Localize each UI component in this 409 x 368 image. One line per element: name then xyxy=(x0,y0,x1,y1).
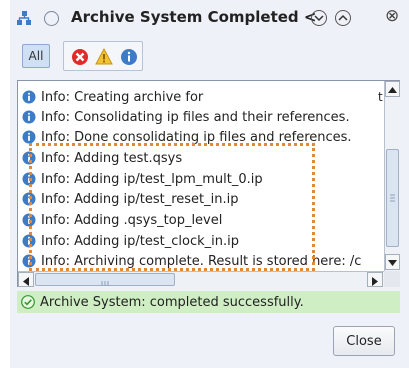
window-title: Archive System Completed < xyxy=(71,8,317,26)
scroll-up-button[interactable] xyxy=(385,81,400,97)
message-row: Info: Archiving complete. Result is stor… xyxy=(22,251,361,271)
triangle-left-icon xyxy=(23,277,29,286)
message-text: Info: Adding ip/test_reset_in.ip xyxy=(41,191,239,207)
info-icon xyxy=(22,130,36,144)
message-row: Info: Consolidating ip files and their r… xyxy=(22,107,350,127)
archive-dialog: Archive System Completed < ⊗ All Info: C… xyxy=(10,0,409,368)
message-text: Info: Adding ip/test_clock_in.ip xyxy=(41,233,239,249)
message-row: Info: Adding ip/test_reset_in.ip xyxy=(22,189,239,209)
info-icon xyxy=(22,172,36,186)
triangle-right-icon xyxy=(372,277,378,286)
scroll-right-button[interactable] xyxy=(367,272,383,287)
info-icon xyxy=(22,213,36,227)
success-check-icon xyxy=(21,295,35,309)
close-window-button[interactable]: ⊗ xyxy=(385,6,399,26)
info-icon[interactable] xyxy=(120,48,138,66)
message-text: Info: Adding .qsys_top_level xyxy=(41,212,223,228)
message-row: Info: Adding .qsys_top_level xyxy=(22,210,222,230)
message-text: Info: Archiving complete. Result is stor… xyxy=(41,253,362,269)
grip-icon xyxy=(101,281,109,286)
grip-icon xyxy=(390,194,395,202)
message-text: Info: Adding test.qsys xyxy=(41,150,183,166)
horizontal-scrollbar[interactable] xyxy=(18,271,384,287)
vertical-scrollbar[interactable] xyxy=(384,81,400,271)
scroll-down-button[interactable] xyxy=(385,254,400,270)
vertical-scroll-thumb[interactable] xyxy=(386,149,399,247)
title-bar: Archive System Completed < ⊗ xyxy=(10,0,409,36)
message-overflow-text: t xyxy=(378,90,383,104)
filter-all-button[interactable]: All xyxy=(22,44,50,68)
message-text: Info: Adding ip/test_lpm_mult_0.ip xyxy=(41,171,263,187)
message-row: Info: Creating archive for xyxy=(22,87,203,107)
maximize-button[interactable] xyxy=(335,10,351,26)
chevron-up-icon xyxy=(338,14,348,21)
info-icon xyxy=(22,110,36,124)
message-row: Info: Adding test.qsys xyxy=(22,148,182,168)
status-text: Archive System: completed successfully. xyxy=(40,294,304,310)
status-bar: Archive System: completed successfully. xyxy=(17,291,400,313)
info-icon xyxy=(22,234,36,248)
error-icon[interactable] xyxy=(71,48,89,66)
close-button[interactable]: Close xyxy=(333,326,395,356)
message-text: Info: Consolidating ip files and their r… xyxy=(41,109,350,125)
triangle-down-icon xyxy=(388,260,397,266)
messages-list[interactable]: Info: Creating archive for t Info: Conso… xyxy=(18,81,384,271)
window-menu-icon[interactable] xyxy=(44,11,59,26)
message-text: Info: Creating archive for xyxy=(41,89,204,105)
horizontal-scroll-thumb[interactable] xyxy=(35,273,175,286)
triangle-up-icon xyxy=(388,87,397,93)
info-icon xyxy=(22,254,36,268)
chevron-down-icon xyxy=(314,15,324,22)
scroll-corner xyxy=(384,271,400,287)
minimize-button[interactable] xyxy=(311,10,327,26)
info-icon xyxy=(22,151,36,165)
filter-group xyxy=(63,41,143,71)
info-icon xyxy=(22,192,36,206)
network-app-icon xyxy=(17,11,31,25)
message-row: Info: Adding ip/test_clock_in.ip xyxy=(22,231,239,251)
scroll-left-button[interactable] xyxy=(18,272,34,287)
info-icon xyxy=(22,90,36,104)
message-row: Info: Done consolidating ip files and re… xyxy=(22,127,352,147)
message-row: Info: Adding ip/test_lpm_mult_0.ip xyxy=(22,169,263,189)
messages-panel: Info: Creating archive for t Info: Conso… xyxy=(17,80,400,287)
warning-icon[interactable] xyxy=(95,48,113,66)
message-text: Info: Done consolidating ip files and re… xyxy=(41,129,352,145)
